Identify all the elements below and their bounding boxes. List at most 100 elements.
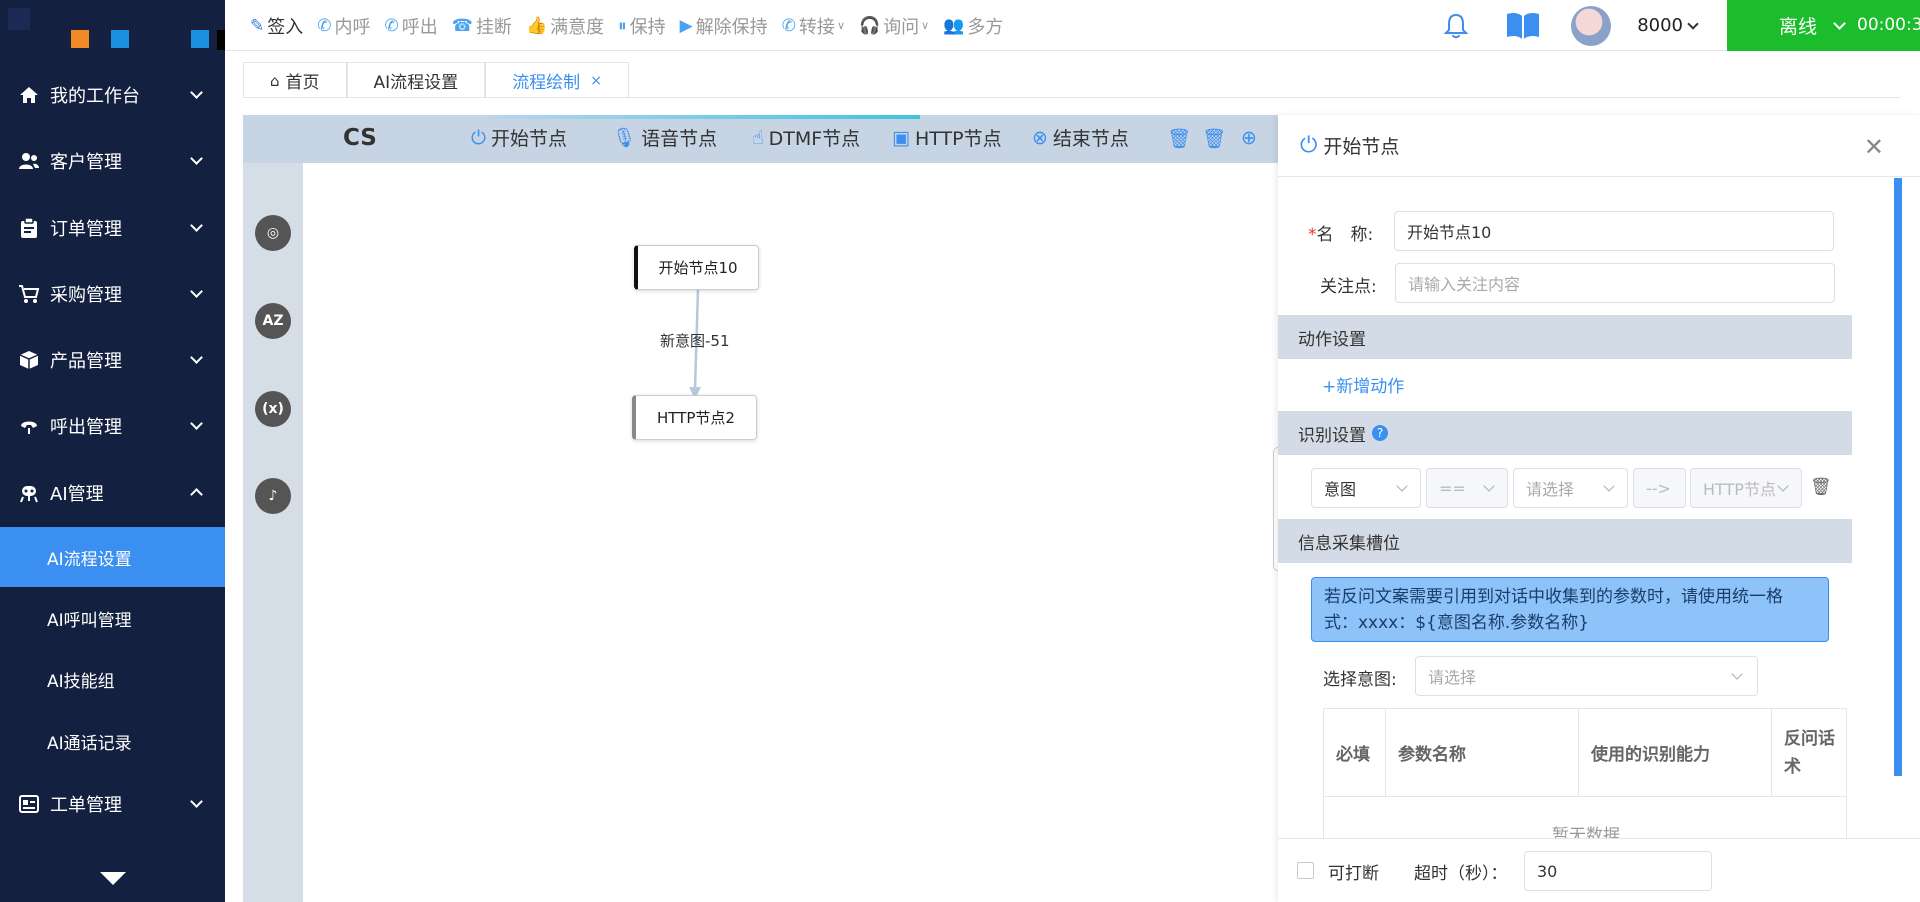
tab-ai-flow-settings[interactable]: AI流程设置 <box>346 62 486 98</box>
book-icon[interactable] <box>1505 10 1541 42</box>
panel-header: ⏻ 开始节点 <box>1278 115 1920 177</box>
sidebar-item-customers[interactable]: 客户管理 <box>0 136 225 186</box>
sidebar-item-label: AI管理 <box>50 484 104 505</box>
flow-node-start[interactable]: 开始节点10 <box>634 245 759 290</box>
tool-http-node[interactable]: ▣ HTTP节点 <box>892 124 1002 151</box>
select-intent-dropdown[interactable]: 请选择 <box>1415 656 1758 696</box>
outbound-call-button[interactable]: ✆ 呼出 <box>385 13 438 39</box>
extension-number[interactable]: 8000 <box>1637 15 1683 36</box>
tab-flow-drawing[interactable]: 流程绘制 × <box>485 62 629 98</box>
clear-icon[interactable]: 🗑 <box>1167 127 1191 150</box>
close-icon[interactable]: × <box>590 73 602 89</box>
tab-home[interactable]: ⌂ 首页 <box>243 62 347 98</box>
sidebar-subitem-ai-records[interactable]: AI通话记录 <box>0 711 225 771</box>
chevron-down-icon <box>190 219 203 232</box>
call-actions: ✎ 签入 ✆ 内呼 ✆ 呼出 ☎ 挂断 👍 满意度 ⏸ 保持 ▶ 解除保持 ✆ 转接 ∨ 🎧 询问 ∨… <box>250 0 1017 51</box>
chevron-down-icon <box>190 351 203 364</box>
sidebar-subitem-ai-flow[interactable]: AI流程设置 <box>0 527 225 587</box>
sidebar-item-ai[interactable]: AI管理 <box>0 468 225 518</box>
sidebar-item-purchasing[interactable]: 采购管理 <box>0 269 225 319</box>
sidebar-item-orders[interactable]: 订单管理 <box>0 203 225 253</box>
target-icon[interactable]: ◎ <box>255 215 291 251</box>
tool-end-node[interactable]: ⊗ 结束节点 <box>1032 124 1129 151</box>
arrow-field: --> <box>1633 468 1686 508</box>
tab-label: 流程绘制 <box>512 73 581 93</box>
logo <box>0 0 225 54</box>
hold-button[interactable]: ⏸ 保持 <box>618 13 666 39</box>
delete-icon[interactable]: 🗑 <box>1810 477 1832 497</box>
flow-canvas[interactable] <box>303 163 1283 902</box>
focus-input[interactable]: 请输入关注内容 <box>1395 263 1835 303</box>
consult-button[interactable]: 🎧 询问 ∨ <box>859 13 929 39</box>
sidebar-item-products[interactable]: 产品管理 <box>0 335 225 385</box>
power-icon: ⏻ <box>1300 133 1318 158</box>
delete-icon[interactable]: 🗑 <box>1202 127 1226 150</box>
internal-call-button[interactable]: ✆ 内呼 <box>317 13 370 39</box>
sidebar-subitem-ai-call[interactable]: AI呼叫管理 <box>0 588 225 648</box>
chevron-down-icon <box>190 417 203 430</box>
table-header: 参数名称 <box>1386 709 1579 797</box>
interruptible-checkbox[interactable] <box>1297 862 1314 879</box>
chevron-down-icon <box>190 285 203 298</box>
zoom-in-icon[interactable]: ⊕ <box>1238 127 1260 149</box>
action-label: 解除保持 <box>695 16 768 38</box>
timeout-input[interactable]: 30 <box>1524 851 1712 891</box>
scrollbar[interactable] <box>1894 178 1902 776</box>
tool-dtmf-node[interactable]: ☝ DTMF节点 <box>752 124 860 151</box>
tool-start-node[interactable]: ⏻ 开始节点 <box>471 124 567 151</box>
sidebar-item-workbench[interactable]: 我的工作台 <box>0 70 225 120</box>
scroll-down-icon[interactable] <box>100 872 126 885</box>
value-select[interactable]: 请选择 <box>1513 468 1628 508</box>
node-name-input[interactable]: 开始节点10 <box>1394 211 1834 251</box>
action-label: 转接 <box>798 16 835 38</box>
sidebar-item-label: 产品管理 <box>50 351 122 372</box>
avatar[interactable] <box>1571 5 1612 46</box>
bell-icon[interactable] <box>1441 11 1471 41</box>
help-icon[interactable]: ? <box>1372 425 1388 441</box>
sidebar-item-label: 订单管理 <box>50 219 122 240</box>
action-label: 多方 <box>967 16 1004 38</box>
tool-voice-node[interactable]: 🎙 语音节点 <box>612 124 717 151</box>
sidebar-item-outbound[interactable]: 呼出管理 <box>0 401 225 451</box>
action-label: 询问 <box>883 16 920 38</box>
logo-square <box>8 8 30 30</box>
phone-icon: ✆ <box>384 15 399 36</box>
variable-icon[interactable]: (x) <box>255 391 291 427</box>
edge-label[interactable]: 新意图-51 <box>660 330 730 351</box>
logo-square <box>111 30 129 48</box>
conference-button[interactable]: 👥 多方 <box>943 13 1003 39</box>
target-node-select[interactable]: HTTP节点 <box>1690 468 1802 508</box>
flow-title: CS <box>343 125 377 151</box>
select-intent-label: 选择意图: <box>1323 670 1397 690</box>
operator-select[interactable]: == <box>1426 468 1508 508</box>
unhold-button[interactable]: ▶ 解除保持 <box>680 13 768 39</box>
home-icon: ⌂ <box>270 71 280 90</box>
sign-in-button[interactable]: ✎ 签入 <box>250 13 303 39</box>
phone-out-icon <box>18 415 40 437</box>
chevron-down-icon <box>1731 668 1743 680</box>
action-label: 内呼 <box>334 16 371 38</box>
add-action-link[interactable]: +新增动作 <box>1322 372 1404 397</box>
intent-type-select[interactable]: 意图 <box>1311 468 1421 508</box>
sidebar-subitem-label: AI呼叫管理 <box>47 610 132 631</box>
transfer-button[interactable]: ✆ 转接 ∨ <box>782 13 845 39</box>
chevron-down-icon[interactable] <box>1687 17 1699 30</box>
flow-node-http[interactable]: HTTP节点2 <box>632 395 757 440</box>
sidebar-item-label: 工单管理 <box>50 795 122 816</box>
pen-icon: ✎ <box>250 15 265 36</box>
agent-status-dropdown[interactable]: 离线 00:00:39 <box>1727 0 1920 51</box>
satisfaction-button[interactable]: 👍 满意度 <box>526 13 604 39</box>
az-icon[interactable]: AZ <box>255 303 291 339</box>
tool-label: 结束节点 <box>1052 128 1129 150</box>
music-file-icon[interactable]: ♪ <box>255 478 291 514</box>
sidebar-item-label: 客户管理 <box>50 152 122 173</box>
mic-icon: 🎙 <box>612 127 637 149</box>
chevron-down-icon <box>190 86 203 99</box>
hangup-button[interactable]: ☎ 挂断 <box>452 13 512 39</box>
close-icon[interactable]: ✕ <box>1864 133 1884 161</box>
chevron-down-icon <box>190 152 203 165</box>
sidebar-item-tickets[interactable]: 工单管理 <box>0 779 225 829</box>
headset-icon: 🎧 <box>859 15 881 36</box>
interruptible-label: 可打断 <box>1328 864 1379 884</box>
sidebar-subitem-ai-skill[interactable]: AI技能组 <box>0 649 225 709</box>
